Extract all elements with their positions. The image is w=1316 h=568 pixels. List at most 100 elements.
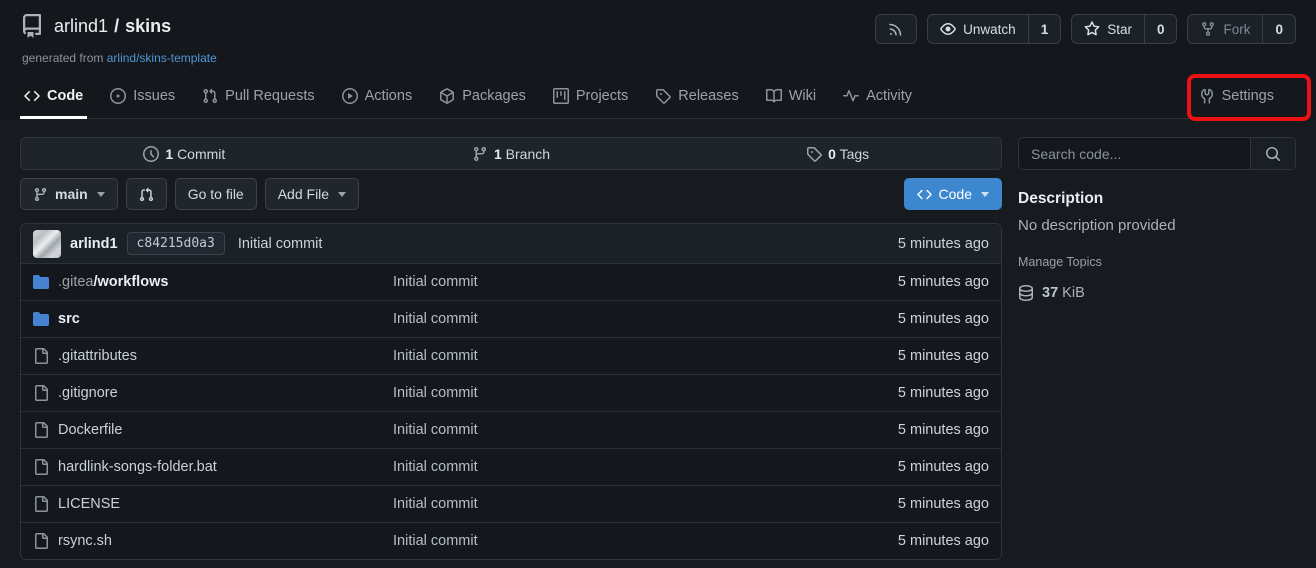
tab-label: Issues — [133, 88, 175, 104]
file-name-link[interactable]: rsync.sh — [58, 533, 112, 549]
commit-message-link[interactable]: Initial commit — [238, 236, 323, 252]
watchers-count[interactable]: 1 — [1028, 15, 1061, 43]
tab-issues[interactable]: Issues — [106, 75, 179, 119]
tab-label: Projects — [576, 88, 628, 104]
file-icon — [33, 533, 49, 549]
file-commit-time: 5 minutes ago — [809, 348, 989, 364]
commits-stat[interactable]: 1 Commit — [21, 138, 348, 169]
branch-selector[interactable]: main — [20, 178, 118, 210]
go-to-file-label: Go to file — [188, 186, 244, 202]
unwatch-label: Unwatch — [963, 22, 1016, 37]
table-row[interactable]: rsync.sh Initial commit 5 minutes ago — [21, 522, 1001, 559]
commit-time: 5 minutes ago — [898, 236, 989, 252]
file-name-link[interactable]: src — [58, 311, 80, 327]
table-row[interactable]: hardlink-songs-folder.bat Initial commit… — [21, 448, 1001, 485]
file-name-link[interactable]: LICENSE — [58, 496, 120, 512]
table-row[interactable]: Dockerfile Initial commit 5 minutes ago — [21, 411, 1001, 448]
code-search — [1018, 137, 1296, 170]
repo-sidebar: Description No description provided Mana… — [1018, 137, 1296, 560]
tab-label: Activity — [866, 88, 912, 104]
watch-button-group: Unwatch 1 — [927, 14, 1061, 44]
tags-stat[interactable]: 0 Tags — [674, 138, 1001, 169]
branches-stat[interactable]: 1 Branch — [348, 138, 675, 169]
generated-from-line: generated from arlind/skins-template — [22, 51, 1296, 65]
file-name-link[interactable]: hardlink-songs-folder.bat — [58, 459, 217, 475]
commits-label: Commit — [177, 146, 225, 162]
code-download-button[interactable]: Code — [904, 178, 1002, 210]
history-icon — [143, 146, 159, 162]
database-icon — [1018, 285, 1034, 301]
tab-packages[interactable]: Packages — [435, 75, 530, 119]
tab-wiki[interactable]: Wiki — [762, 75, 820, 119]
chevron-down-icon — [981, 192, 989, 197]
chevron-down-icon — [97, 192, 105, 197]
branch-icon — [472, 146, 488, 162]
rss-button[interactable] — [875, 14, 917, 44]
file-browser-table: arlind1 c84215d0a3 Initial commit 5 minu… — [20, 223, 1002, 560]
add-file-button[interactable]: Add File — [265, 178, 359, 210]
compare-button[interactable] — [126, 178, 167, 210]
tab-pull-requests[interactable]: Pull Requests — [198, 75, 318, 119]
go-to-file-button[interactable]: Go to file — [175, 178, 257, 210]
file-commit-message-link[interactable]: Initial commit — [393, 533, 809, 549]
package-icon — [439, 88, 455, 104]
tab-label: Code — [47, 88, 83, 104]
repo-name-link[interactable]: skins — [125, 16, 171, 36]
file-icon — [33, 422, 49, 438]
branches-count: 1 — [494, 146, 502, 162]
table-row[interactable]: src Initial commit 5 minutes ago — [21, 300, 1001, 337]
file-commit-message-link[interactable]: Initial commit — [393, 311, 809, 327]
tab-projects[interactable]: Projects — [549, 75, 632, 119]
table-row[interactable]: .gitea/workflows Initial commit 5 minute… — [21, 263, 1001, 300]
manage-topics-link[interactable]: Manage Topics — [1018, 255, 1102, 269]
repo-owner-link[interactable]: arlind1 — [54, 16, 108, 36]
star-button[interactable]: Star — [1072, 15, 1144, 43]
file-commit-message-link[interactable]: Initial commit — [393, 459, 809, 475]
star-button-group: Star 0 — [1071, 14, 1177, 44]
search-code-input[interactable] — [1019, 138, 1250, 169]
file-name-link[interactable]: .gitignore — [58, 385, 118, 401]
commit-author-link[interactable]: arlind1 — [70, 236, 118, 252]
file-list: .gitea/workflows Initial commit 5 minute… — [21, 263, 1001, 559]
commit-hash-badge[interactable]: c84215d0a3 — [127, 232, 225, 255]
tab-actions[interactable]: Actions — [338, 75, 417, 119]
file-commit-time: 5 minutes ago — [809, 422, 989, 438]
fork-button-group: Fork 0 — [1187, 14, 1296, 44]
file-commit-time: 5 minutes ago — [809, 385, 989, 401]
file-commit-time: 5 minutes ago — [809, 274, 989, 290]
issue-icon — [110, 88, 126, 104]
fork-button[interactable]: Fork — [1188, 15, 1262, 43]
file-commit-message-link[interactable]: Initial commit — [393, 348, 809, 364]
file-commit-time: 5 minutes ago — [809, 496, 989, 512]
branch-icon — [33, 187, 48, 202]
table-row[interactable]: LICENSE Initial commit 5 minutes ago — [21, 485, 1001, 522]
tab-activity[interactable]: Activity — [839, 75, 916, 119]
file-name-link[interactable]: /workflows — [93, 274, 168, 290]
file-name-link[interactable]: .gitattributes — [58, 348, 137, 364]
repo-size-unit: KiB — [1062, 285, 1085, 301]
latest-commit-row: arlind1 c84215d0a3 Initial commit 5 minu… — [21, 224, 1001, 263]
table-row[interactable]: .gitignore Initial commit 5 minutes ago — [21, 374, 1001, 411]
file-commit-message-link[interactable]: Initial commit — [393, 422, 809, 438]
file-icon — [33, 385, 49, 401]
pulse-icon — [843, 88, 859, 104]
unwatch-button[interactable]: Unwatch — [928, 15, 1028, 43]
folder-icon — [33, 311, 49, 327]
tab-settings[interactable]: Settings — [1183, 75, 1296, 119]
template-repo-link[interactable]: arlind/skins-template — [107, 51, 217, 65]
file-commit-message-link[interactable]: Initial commit — [393, 274, 809, 290]
table-row[interactable]: .gitattributes Initial commit 5 minutes … — [21, 337, 1001, 374]
file-commit-message-link[interactable]: Initial commit — [393, 496, 809, 512]
tab-releases[interactable]: Releases — [651, 75, 742, 119]
tools-icon — [1199, 88, 1215, 104]
file-name-link[interactable]: Dockerfile — [58, 422, 122, 438]
tab-code[interactable]: Code — [20, 75, 87, 119]
stars-count[interactable]: 0 — [1144, 15, 1177, 43]
repo-icon — [20, 14, 44, 38]
forks-count[interactable]: 0 — [1262, 15, 1295, 43]
search-icon — [1265, 146, 1281, 162]
avatar[interactable] — [33, 230, 61, 258]
file-commit-time: 5 minutes ago — [809, 533, 989, 549]
file-commit-message-link[interactable]: Initial commit — [393, 385, 809, 401]
search-button[interactable] — [1250, 138, 1295, 169]
